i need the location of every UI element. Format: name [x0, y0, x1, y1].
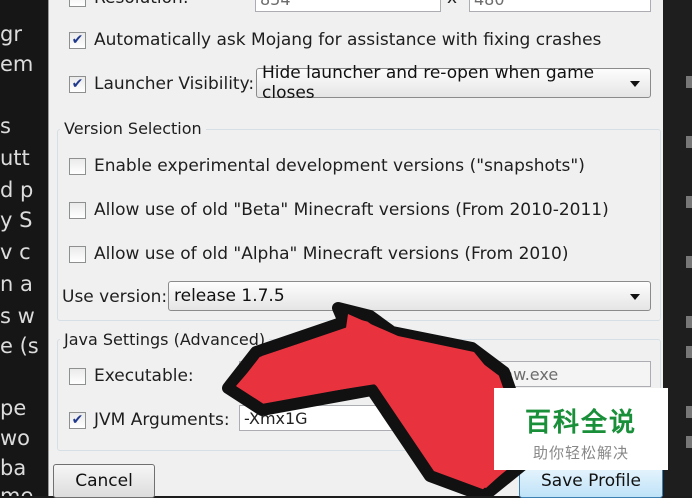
watermark-subtitle: 助你轻松解决	[532, 444, 629, 462]
watermark-title: 百科全说	[524, 408, 637, 438]
watermark-logo: 百科全说 助你轻松解决	[494, 388, 668, 470]
